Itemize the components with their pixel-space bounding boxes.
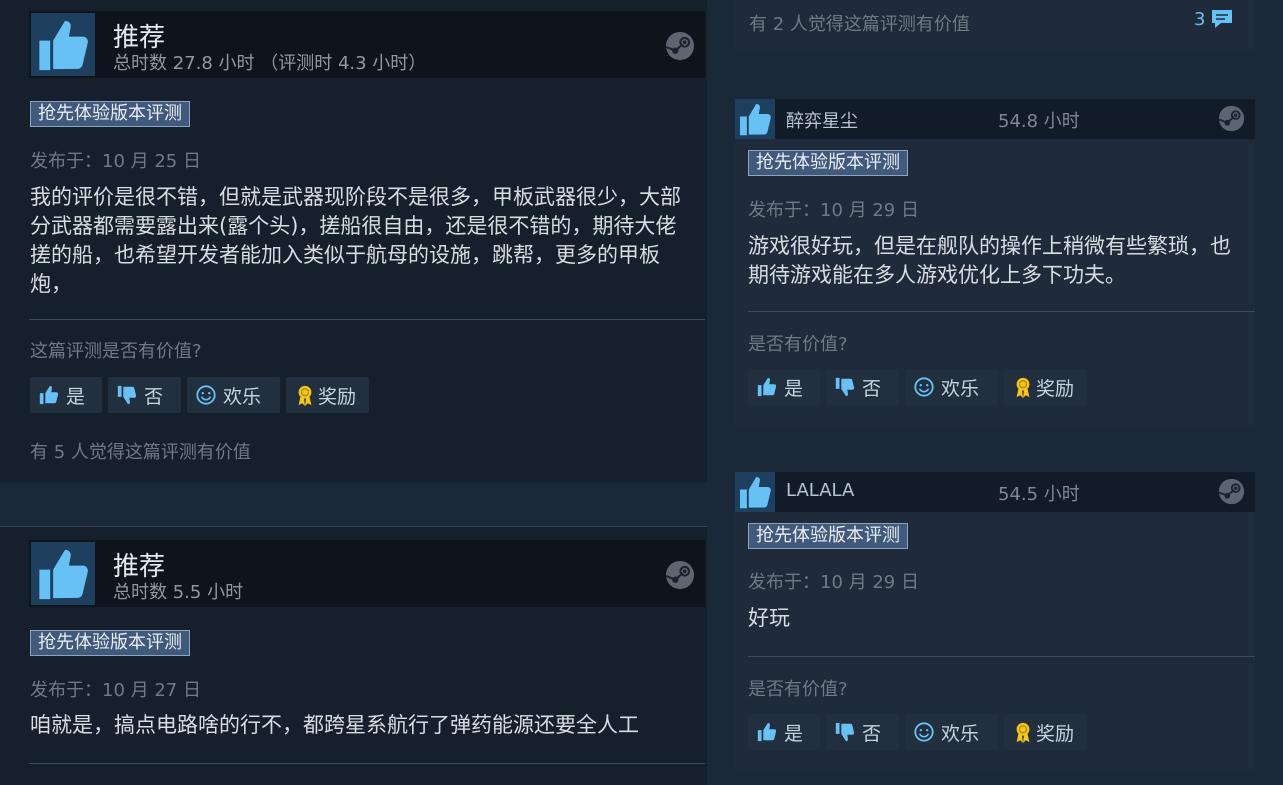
award-button[interactable]: 奖励 <box>1004 369 1087 405</box>
thumbs-up-icon <box>735 472 775 512</box>
vote-yes-label: 是 <box>784 377 804 400</box>
thumbs-up-icon <box>31 542 95 605</box>
early-access-badge: 抢先体验版本评测 <box>748 523 908 549</box>
smiley-icon <box>195 384 217 406</box>
posted-date: 发布于：10 月 29 日 <box>748 200 919 221</box>
vote-no-label: 否 <box>862 377 882 400</box>
steam-logo-icon <box>1218 105 1245 136</box>
early-access-badge: 抢先体验版本评测 <box>30 630 190 656</box>
vote-funny-button[interactable]: 欢乐 <box>905 714 998 750</box>
award-ribbon-icon <box>294 383 316 407</box>
vote-funny-button[interactable]: 欢乐 <box>187 377 280 413</box>
playtime: 54.8 小时 <box>998 111 1080 132</box>
early-access-badge: 抢先体验版本评测 <box>30 101 190 127</box>
previous-review-footer: 有 2 人觉得这篇评测有价值 3 <box>735 0 1255 52</box>
vote-yes-button[interactable]: 是 <box>748 369 820 405</box>
smiley-icon <box>913 721 935 743</box>
award-ribbon-icon <box>1012 375 1034 399</box>
review-text: 好玩 <box>748 606 790 630</box>
helpful-question: 这篇评测是否有价值? <box>30 341 202 362</box>
helpful-question: 是否有价值? <box>748 334 848 355</box>
divider <box>29 763 705 764</box>
reviewer-name[interactable]: 醉弈星尘 <box>786 107 858 133</box>
helpful-count: 有 5 人觉得这篇评测有价值 <box>30 442 251 463</box>
posted-date: 发布于：10 月 25 日 <box>30 151 201 172</box>
helpful-count: 有 2 人觉得这篇评测有价值 <box>749 14 970 35</box>
thumbs-down-icon <box>834 721 856 743</box>
comment-review-1: 醉弈星尘 54.8 小时 抢先体验版本评测 发布于：10 月 29 日 游戏很好… <box>735 99 1255 428</box>
playtime: 总时数 27.8 小时 （评测时 4.3 小时） <box>113 53 427 74</box>
vote-no-button[interactable]: 否 <box>826 369 899 405</box>
comment-count: 3 <box>1194 8 1206 30</box>
divider <box>748 311 1255 312</box>
award-button[interactable]: 奖励 <box>1004 714 1087 750</box>
review-header: 推荐 总时数 27.8 小时 （评测时 4.3 小时） <box>29 11 705 78</box>
thumbs-down-icon <box>116 384 138 406</box>
vote-yes-label: 是 <box>66 385 86 408</box>
vote-no-button[interactable]: 否 <box>826 714 899 750</box>
steam-logo-icon <box>665 560 695 594</box>
review-text: 游戏很好玩，但是在舰队的操作上稍微有些繁琐，也期待游戏能在多人游戏优化上多下功夫… <box>748 234 1231 287</box>
smiley-icon <box>913 376 935 398</box>
comment-count-link[interactable]: 3 <box>1194 6 1235 32</box>
review-header: 推荐 总时数 5.5 小时 <box>29 540 705 607</box>
review-text: 咱就是，搞点电路啥的行不，都跨星系航行了弹药能源还要全人工 <box>30 713 639 737</box>
review-card-1: 推荐 总时数 27.8 小时 （评测时 4.3 小时） 抢先体验版本评测 发布于… <box>0 0 707 482</box>
thumbs-up-icon <box>31 13 95 76</box>
vote-no-label: 否 <box>144 385 164 408</box>
vote-funny-label: 欢乐 <box>223 385 262 408</box>
award-label: 奖励 <box>318 385 357 408</box>
award-label: 奖励 <box>1036 722 1075 745</box>
award-button[interactable]: 奖励 <box>286 377 369 413</box>
steam-logo-icon <box>665 31 695 65</box>
vote-yes-button[interactable]: 是 <box>30 377 102 413</box>
helpful-question: 是否有价值? <box>748 679 848 700</box>
steam-logo-icon <box>1218 478 1245 509</box>
vote-no-label: 否 <box>862 722 882 745</box>
thumbs-up-icon <box>735 99 775 139</box>
playtime: 总时数 5.5 小时 <box>113 582 244 603</box>
comment-review-2: LALALA 54.5 小时 抢先体验版本评测 发布于：10 月 29 日 好玩… <box>735 472 1255 772</box>
review-card-2: 推荐 总时数 5.5 小时 抢先体验版本评测 发布于：10 月 27 日 咱就是… <box>0 527 707 785</box>
comment-bubble-icon <box>1212 10 1233 28</box>
thumbs-up-icon <box>756 721 778 743</box>
divider <box>748 656 1255 657</box>
vote-funny-label: 欢乐 <box>941 722 980 745</box>
divider <box>29 319 705 320</box>
review-text: 我的评价是很不错，但就是武器现阶段不是很多，甲板武器很少，大部分武器都需要露出来… <box>30 185 681 296</box>
reviewer-header: 醉弈星尘 54.8 小时 <box>735 99 1255 139</box>
reviewer-header: LALALA 54.5 小时 <box>735 472 1255 512</box>
early-access-badge: 抢先体验版本评测 <box>748 150 908 176</box>
vote-no-button[interactable]: 否 <box>108 377 181 413</box>
thumbs-up-icon <box>38 384 60 406</box>
posted-date: 发布于：10 月 27 日 <box>30 680 201 701</box>
award-ribbon-icon <box>1012 720 1034 744</box>
vote-yes-button[interactable]: 是 <box>748 714 820 750</box>
reviewer-name[interactable]: LALALA <box>786 480 854 501</box>
posted-date: 发布于：10 月 29 日 <box>748 572 919 593</box>
vote-yes-label: 是 <box>784 722 804 745</box>
vote-funny-label: 欢乐 <box>941 377 980 400</box>
thumbs-down-icon <box>834 376 856 398</box>
thumbs-up-icon <box>756 376 778 398</box>
playtime: 54.5 小时 <box>998 484 1080 505</box>
vote-funny-button[interactable]: 欢乐 <box>905 369 998 405</box>
award-label: 奖励 <box>1036 377 1075 400</box>
